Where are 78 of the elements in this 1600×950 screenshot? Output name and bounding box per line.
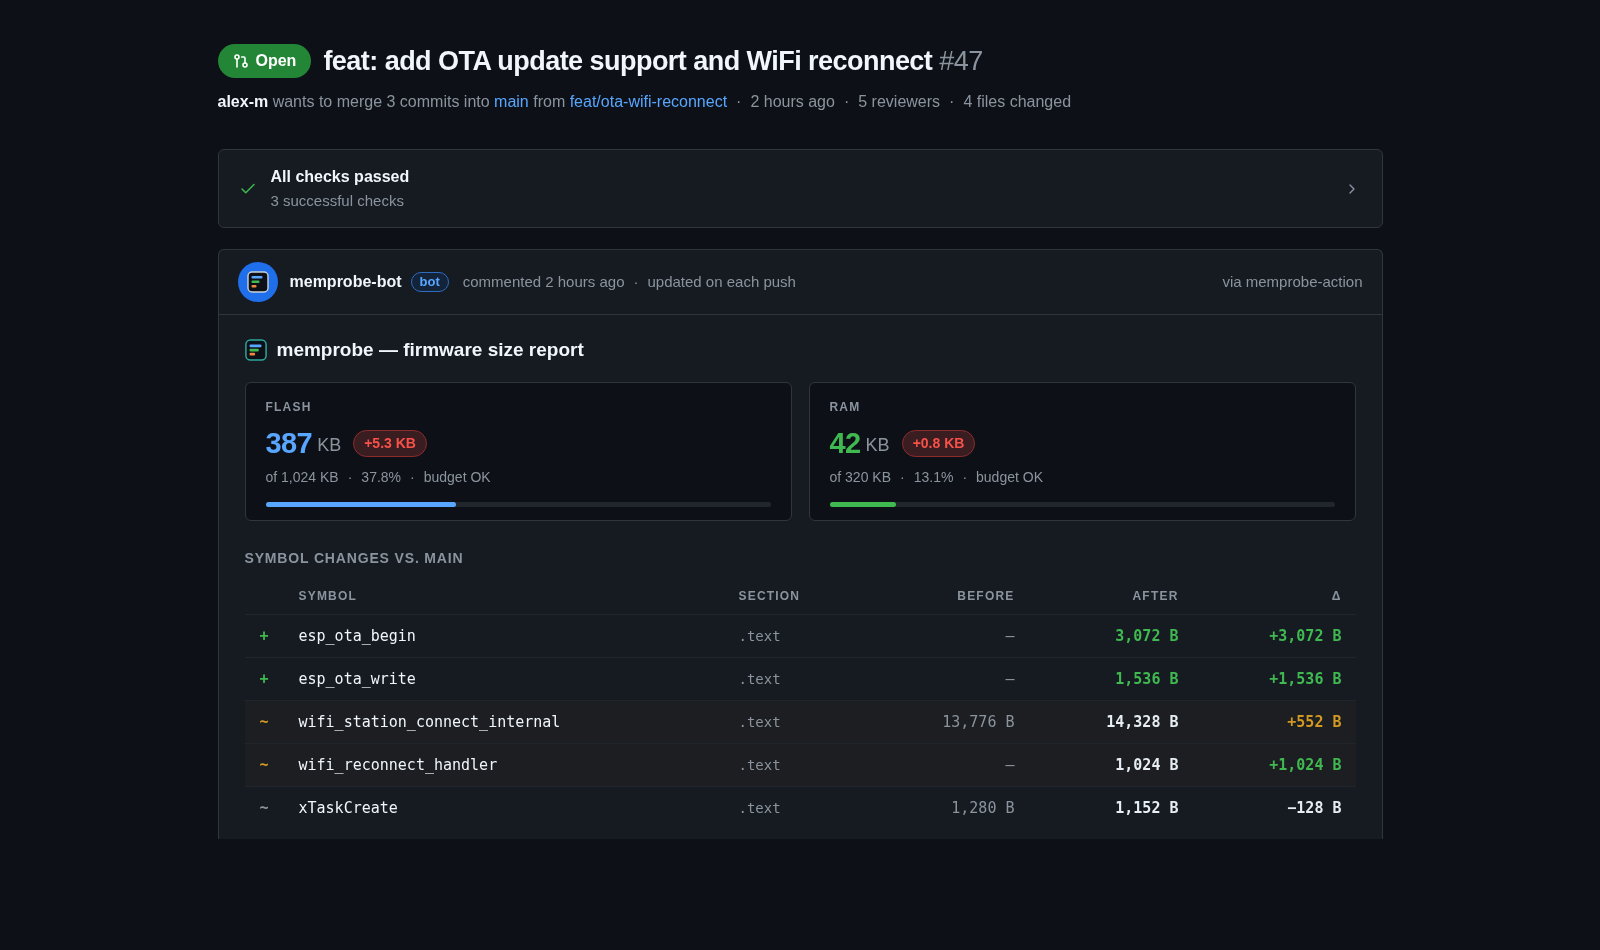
comment-note: updated on each push [647,271,796,292]
before-cell-text: 13,776 B [942,711,1015,733]
comment-time: commented 2 hours ago [462,271,625,292]
separator-dot: · [410,468,415,486]
pull-request-icon [232,53,249,69]
metric-value: 42 [829,427,861,459]
delta-cell-text: +3,072 B [1269,625,1342,647]
change-marker: + [258,625,270,647]
symbol-cell-text: esp_ota_write [298,668,416,690]
after-cell-text: 3,072 B [1115,625,1179,647]
metric-unit: KB [865,434,890,456]
comment-author[interactable]: memprobe-bot [289,270,402,294]
pr-meta-text: 5 reviewers [858,92,941,112]
branch-link[interactable]: feat/ota-wifi-reconnect [569,93,728,110]
metric-label: RAM [829,399,861,415]
after-cell-text: 14,328 B [1106,711,1179,733]
symbol-cell-text: wifi_reconnect_handler [298,754,498,776]
before-cell-text: — [1005,668,1015,690]
report-logo-icon [244,339,267,361]
delta-cell-text: −128 B [1287,797,1342,819]
column-header: AFTER [1132,587,1179,605]
checks-title: All checks passed [270,167,410,187]
comment-source: via memprobe-action [1222,271,1363,292]
pr-status-badge: Open [217,44,312,78]
delta-cell-text: +1,536 B [1269,668,1342,690]
metric-value: 387 [265,427,313,459]
separator-dot: · [347,468,353,486]
before-cell-text: — [1005,625,1015,647]
delta-badge: +5.3 KB [353,429,427,457]
metric-detail: 37.8% [361,468,402,486]
column-header: SYMBOL [298,587,358,605]
column-header: Δ [1331,587,1342,605]
metric-detail: budget OK [423,468,491,486]
bot-avatar-icon [237,262,278,302]
section-heading: SYMBOL CHANGES VS. MAIN [244,549,464,567]
pr-meta-text: 2 hours ago [750,92,835,112]
after-cell-text: 1,152 B [1115,797,1179,819]
section-cell-text: .text [738,669,781,689]
section-cell-text: .text [738,626,781,646]
separator-dot: · [962,468,968,486]
delta-badge: +0.8 KB [901,429,976,457]
symbol-cell-text: xTaskCreate [298,797,398,819]
metric-detail: budget OK [976,468,1043,486]
symbol-cell-text: esp_ota_begin [298,625,416,647]
symbol-cell-text: wifi_station_connect_internal [298,711,561,733]
change-marker: ~ [258,797,270,819]
metric-unit: KB [317,434,342,456]
merge-summary: alex-m wants to merge 3 commits into main from feat/ota-wifi-reconnect [217,92,728,112]
separator-dot: · [633,272,639,290]
pr-title: feat: add OTA update support and WiFi reconnect #47 [323,45,983,78]
column-header: SECTION [738,587,801,605]
section-cell-text: .text [738,798,781,818]
metric-detail: 13.1% [913,468,954,486]
metric-detail: of 320 KB [829,468,891,486]
bot-badge: bot [410,272,449,292]
checks-subtitle: 3 successful checks [270,191,405,211]
separator-dot: · [843,92,850,112]
delta-cell-text: +1,024 B [1269,754,1342,776]
section-cell-text: .text [738,712,781,732]
separator-dot: · [736,92,742,112]
separator-dot: · [949,92,955,112]
change-marker: + [258,668,270,690]
pr-meta-text: 4 files changed [963,92,1072,112]
before-cell-text: 1,280 B [951,797,1015,819]
metric-label: FLASH [265,399,312,415]
report-title: memprobe — firmware size report [276,338,584,362]
after-cell-text: 1,024 B [1115,754,1179,776]
separator-dot: · [900,468,905,486]
column-header: BEFORE [957,587,1015,605]
change-marker: ~ [258,711,270,733]
after-cell-text: 1,536 B [1115,668,1179,690]
checks-panel[interactable]: All checks passed 3 successful checks [217,149,1383,228]
change-marker: ~ [258,754,270,776]
delta-cell-text: +552 B [1287,711,1342,733]
metric-detail: of 1,024 KB [265,468,339,486]
section-cell-text: .text [738,755,781,775]
branch-link[interactable]: main [494,93,529,110]
before-cell-text: — [1005,754,1015,776]
